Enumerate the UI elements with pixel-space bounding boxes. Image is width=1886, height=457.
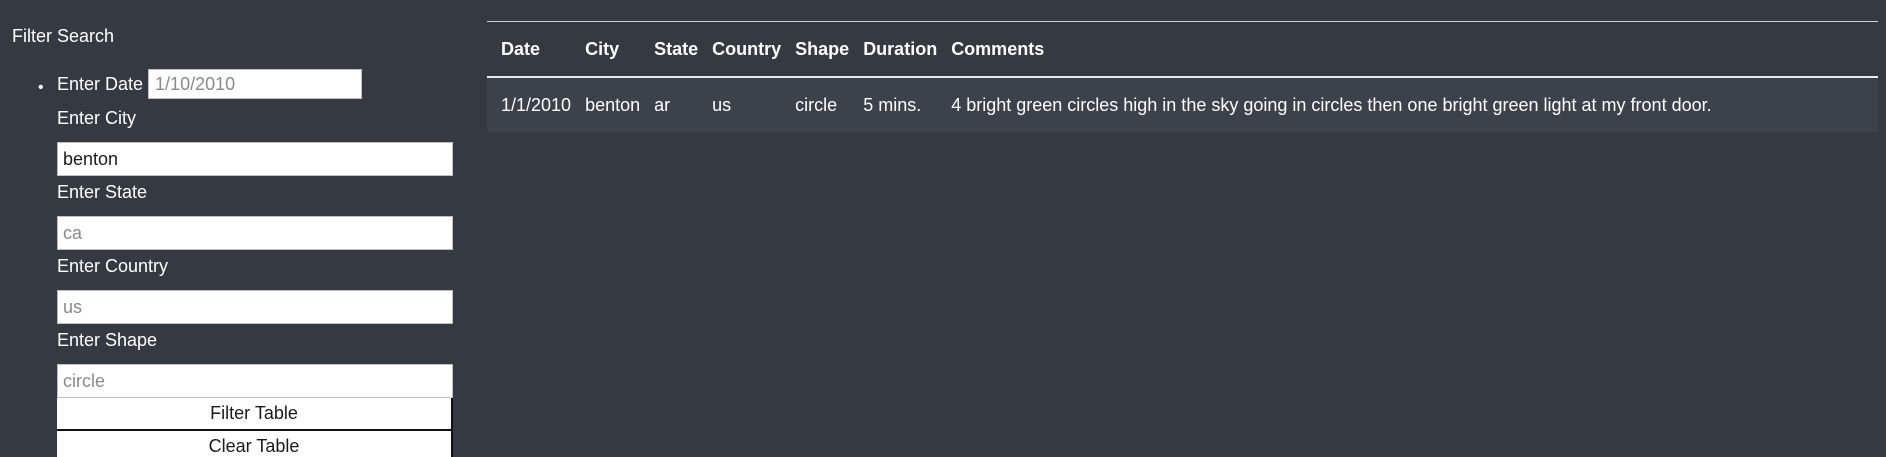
table-body: 1/1/2010 benton ar us circle 5 mins. 4 b… (487, 77, 1878, 132)
header-country: Country (698, 22, 782, 78)
cell-shape: circle (781, 77, 850, 132)
header-shape: Shape (781, 22, 850, 78)
filter-item: • Enter Date Enter City Enter State Ente… (12, 68, 462, 457)
table-head: Date City State Country Shape Duration C… (487, 22, 1878, 78)
cell-duration: 5 mins. (849, 77, 938, 132)
clear-table-button[interactable]: Clear Table (57, 431, 453, 457)
cell-city: benton (571, 77, 641, 132)
ufo-table: Date City State Country Shape Duration C… (487, 22, 1878, 132)
header-comments: Comments (937, 22, 1878, 78)
filter-table-button[interactable]: Filter Table (57, 398, 453, 431)
state-label: Enter State (57, 182, 148, 202)
header-date: Date (487, 22, 572, 78)
date-row: Enter Date (57, 68, 462, 100)
shape-label: Enter Shape (57, 330, 158, 350)
cell-country: us (698, 77, 782, 132)
bullet-icon: • (38, 79, 44, 96)
table-header-row: Date City State Country Shape Duration C… (487, 22, 1878, 78)
date-label: Enter Date (57, 74, 144, 94)
cell-comments: 4 bright green circles high in the sky g… (937, 77, 1878, 132)
cell-state: ar (640, 77, 699, 132)
filter-list: • Enter Date Enter City Enter State Ente… (12, 68, 462, 457)
city-input[interactable] (57, 142, 453, 176)
page: Filter Search • Enter Date Enter City En… (0, 0, 1886, 457)
city-label: Enter City (57, 108, 137, 128)
cell-date: 1/1/2010 (487, 77, 572, 132)
date-input[interactable] (148, 69, 363, 99)
table-row: 1/1/2010 benton ar us circle 5 mins. 4 b… (487, 77, 1878, 132)
header-state: State (640, 22, 699, 78)
header-city: City (571, 22, 641, 78)
shape-input[interactable] (57, 364, 453, 398)
filter-search-title: Filter Search (12, 26, 115, 46)
country-input[interactable] (57, 290, 453, 324)
country-label: Enter Country (57, 256, 169, 276)
state-input[interactable] (57, 216, 453, 250)
filter-sidebar: Filter Search • Enter Date Enter City En… (12, 24, 462, 457)
header-duration: Duration (849, 22, 938, 78)
